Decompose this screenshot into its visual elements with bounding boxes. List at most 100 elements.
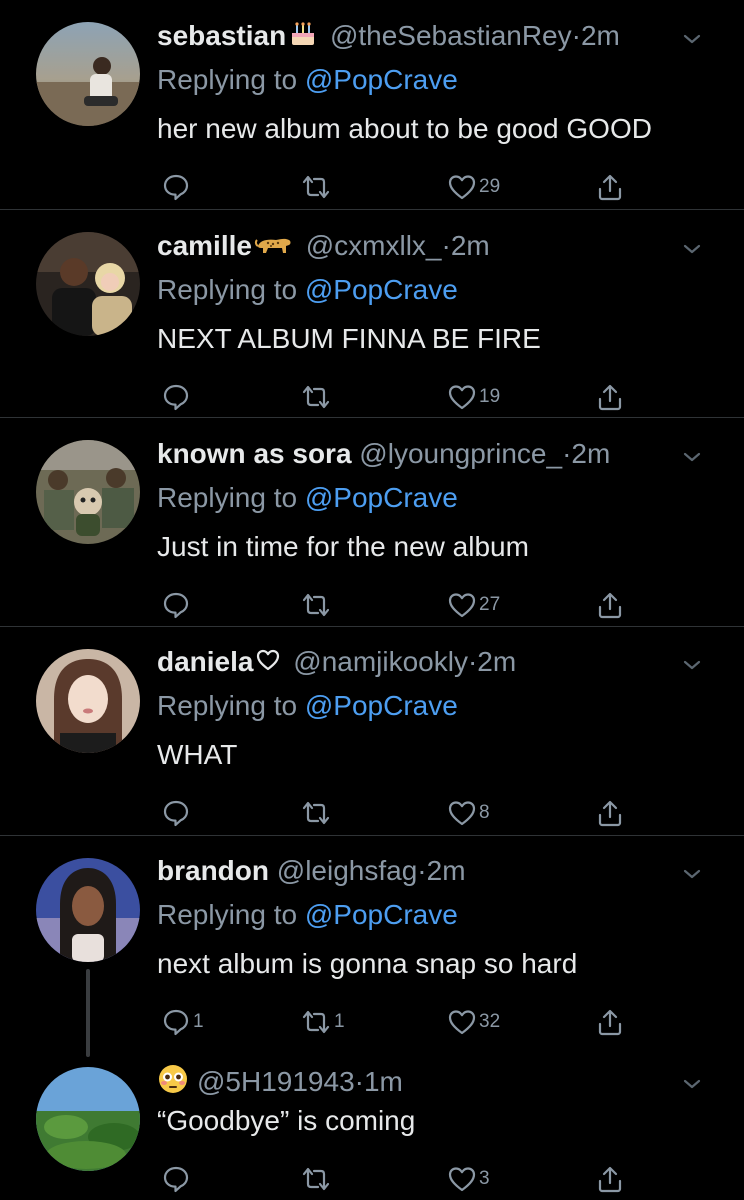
like-button[interactable]: 29 (447, 169, 500, 205)
tweet-text: Just in time for the new album (157, 531, 529, 562)
like-button[interactable]: 3 (447, 1161, 490, 1197)
tweet[interactable]: known as sora @lyoungprince_·2m Replying… (0, 417, 744, 627)
separator-dot: · (354, 1066, 364, 1097)
share-button[interactable] (595, 587, 625, 623)
retweet-icon (300, 590, 332, 620)
avatar[interactable] (36, 649, 140, 753)
caret-down-icon[interactable] (680, 234, 704, 258)
avatar[interactable] (36, 232, 140, 336)
display-name[interactable]: known as sora (157, 438, 352, 469)
thread-connector (86, 969, 90, 1057)
tweet[interactable]: brandon @leighsfag·2m Replying to @PopCr… (0, 835, 744, 1057)
mention-link[interactable]: @PopCrave (305, 482, 458, 513)
avatar[interactable] (36, 858, 140, 962)
share-icon (595, 798, 625, 828)
retweet-button[interactable] (300, 1161, 334, 1197)
share-button[interactable] (595, 379, 625, 415)
like-button[interactable]: 32 (447, 1004, 500, 1040)
reply-count: 1 (193, 1011, 204, 1032)
tweet-text: WHAT (157, 739, 238, 770)
display-name[interactable]: daniela (157, 646, 253, 677)
caret-down-icon[interactable] (680, 24, 704, 48)
replying-to: Replying to @PopCrave (157, 272, 704, 308)
replying-label: Replying to (157, 482, 298, 513)
retweet-button[interactable] (300, 587, 334, 623)
reply-button[interactable] (161, 795, 193, 831)
caret-down-icon[interactable] (680, 650, 704, 674)
tweet-text: “Goodbye” is coming (157, 1105, 416, 1136)
caret-down-icon[interactable] (680, 442, 704, 466)
display-name[interactable]: camille (157, 230, 252, 261)
user-handle[interactable]: @5H191943 (197, 1066, 355, 1097)
like-button[interactable]: 27 (447, 587, 500, 623)
share-icon (595, 1164, 625, 1194)
retweet-icon (300, 382, 332, 412)
avatar[interactable] (36, 1067, 140, 1171)
like-button[interactable]: 8 (447, 795, 490, 831)
user-handle[interactable]: @leighsfag (277, 855, 418, 886)
tweet-text: her new album about to be good GOOD (157, 113, 652, 144)
like-icon (447, 1164, 477, 1194)
timestamp[interactable]: 2m (581, 20, 620, 51)
reply-button[interactable] (161, 169, 193, 205)
timestamp[interactable]: 2m (477, 646, 516, 677)
separator-dot: · (441, 230, 451, 261)
like-count: 3 (479, 1168, 490, 1189)
like-icon (447, 590, 477, 620)
reply-button[interactable] (161, 379, 193, 415)
tweet[interactable]: @5H191943·1m “Goodbye” is coming 3 (0, 1045, 744, 1200)
tweet[interactable]: camille @cxmxllx_·2m Replying to @PopCra… (0, 209, 744, 418)
retweet-count: 1 (334, 1011, 345, 1032)
separator-dot: · (562, 438, 572, 469)
display-name[interactable]: brandon (157, 855, 269, 886)
timestamp[interactable]: 2m (451, 230, 490, 261)
timestamp[interactable]: 2m (427, 855, 466, 886)
reply-button[interactable] (161, 1161, 193, 1197)
like-count: 27 (479, 594, 501, 615)
replying-label: Replying to (157, 274, 298, 305)
reply-button[interactable]: 1 (161, 1004, 204, 1040)
white-heart-icon (255, 645, 281, 684)
mention-link[interactable]: @PopCrave (305, 899, 458, 930)
like-button[interactable]: 19 (447, 379, 500, 415)
caret-down-icon[interactable] (680, 1069, 704, 1093)
share-button[interactable] (595, 169, 625, 205)
reply-button[interactable] (161, 587, 193, 623)
retweet-button[interactable] (300, 795, 334, 831)
like-count: 32 (479, 1011, 501, 1032)
separator-dot: · (467, 646, 478, 677)
timestamp[interactable]: 1m (364, 1066, 403, 1097)
tweet[interactable]: sebastian @theSebastianRey·2m Replying t… (0, 0, 744, 210)
mention-link[interactable]: @PopCrave (305, 690, 458, 721)
leopard-icon (254, 229, 294, 268)
like-count: 8 (479, 802, 490, 823)
like-icon (447, 382, 477, 412)
user-handle[interactable]: @cxmxllx_ (306, 230, 442, 261)
retweet-button[interactable] (300, 169, 334, 205)
user-handle[interactable]: @theSebastianRey (330, 20, 572, 51)
like-icon (447, 798, 477, 828)
share-button[interactable] (595, 1004, 625, 1040)
mention-link[interactable]: @PopCrave (305, 64, 458, 95)
tweet[interactable]: daniela @namjikookly·2m Replying to @Pop… (0, 626, 744, 836)
retweet-button[interactable]: 1 (300, 1004, 345, 1040)
avatar[interactable] (36, 440, 140, 544)
user-handle[interactable]: @namjikookly (293, 646, 468, 677)
share-button[interactable] (595, 795, 625, 831)
share-button[interactable] (595, 1161, 625, 1197)
avatar[interactable] (36, 22, 140, 126)
reply-icon (161, 590, 191, 620)
tweet-text: next album is gonna snap so hard (157, 948, 578, 979)
reply-icon (161, 382, 191, 412)
like-count: 29 (479, 176, 501, 197)
share-icon (595, 382, 625, 412)
separator-dot: · (571, 20, 581, 51)
timestamp[interactable]: 2m (571, 438, 610, 469)
user-handle[interactable]: @lyoungprince_ (359, 438, 562, 469)
display-name[interactable]: sebastian (157, 20, 286, 51)
like-icon (447, 1007, 477, 1037)
caret-down-icon[interactable] (680, 859, 704, 883)
mention-link[interactable]: @PopCrave (305, 274, 458, 305)
replying-label: Replying to (157, 690, 298, 721)
retweet-button[interactable] (300, 379, 334, 415)
